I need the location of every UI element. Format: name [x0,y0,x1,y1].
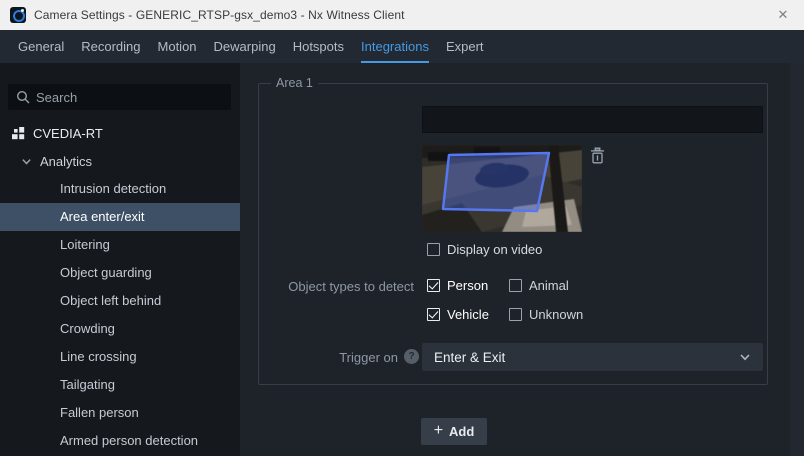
sidebar-item-object-guarding[interactable]: Object guarding [0,259,240,287]
checkbox-box [427,308,440,321]
camera-thumbnail[interactable] [422,145,582,232]
settings-panel: Area 1 [240,63,804,456]
object-type-checkbox-unknown[interactable]: Unknown [509,307,629,322]
title-bar: Camera Settings - GENERIC_RTSP-gsx_demo3… [0,0,804,30]
dropdown-value: Enter & Exit [434,350,505,365]
checkbox-label: Vehicle [447,307,489,322]
tab-motion[interactable]: Motion [158,30,197,63]
sidebar-item-object-left-behind[interactable]: Object left behind [0,287,240,315]
search-icon [16,90,30,104]
area-name-input[interactable] [422,106,763,133]
sidebar-item-crowding[interactable]: Crowding [0,315,240,343]
search-input[interactable] [36,84,226,110]
sidebar-item-fallen-person[interactable]: Fallen person [0,399,240,427]
tab-recording[interactable]: Recording [81,30,140,63]
checkbox-box [509,308,522,321]
settings-tab-bar: General Recording Motion Dewarping Hotsp… [0,30,804,63]
object-type-checkbox-vehicle[interactable]: Vehicle [427,307,509,322]
camera-settings-window: Camera Settings - GENERIC_RTSP-gsx_demo3… [0,0,804,456]
object-types-label: Object types to detect [240,279,414,294]
detection-region-polygon[interactable] [443,153,549,211]
sidebar-item-loitering[interactable]: Loitering [0,231,240,259]
sidebar-group-analytics[interactable]: Analytics [0,148,240,174]
trigger-on-dropdown[interactable]: Enter & Exit [422,343,763,371]
window-title: Camera Settings - GENERIC_RTSP-gsx_demo3… [34,8,405,22]
trash-icon [590,147,605,164]
chevron-down-icon [739,351,751,363]
analytics-event-list: Intrusion detection Area enter/exit Loit… [0,175,240,455]
checkbox-label: Person [447,278,488,293]
group-title: Area 1 [271,76,318,90]
add-area-button[interactable]: + Add [421,418,487,445]
display-on-video-checkbox[interactable]: Display on video [427,242,542,257]
checkbox-label: Display on video [447,242,542,257]
delete-area-button[interactable] [588,146,606,164]
checkbox-box [427,243,440,256]
content-area: CVEDIA-RT Analytics Intrusion detection … [0,63,804,456]
sidebar-item-cvedia-rt[interactable]: CVEDIA-RT [0,120,240,146]
close-icon[interactable]: ✕ [770,0,796,30]
tab-hotspots[interactable]: Hotspots [293,30,344,63]
sidebar-item-area-enter-exit[interactable]: Area enter/exit [0,203,240,231]
plus-icon: + [434,423,443,439]
sidebar-item-line-crossing[interactable]: Line crossing [0,343,240,371]
object-type-checkbox-animal[interactable]: Animal [509,278,629,293]
search-box [8,84,231,110]
checkbox-label: Unknown [529,307,583,322]
scrollbar-gutter[interactable] [790,63,804,456]
tab-dewarping[interactable]: Dewarping [214,30,276,63]
object-type-options: Person Animal Vehicle Unknown [427,278,629,322]
checkbox-box [427,279,440,292]
plugin-name: CVEDIA-RT [33,126,103,141]
tab-expert[interactable]: Expert [446,30,484,63]
checkbox-label: Animal [529,278,569,293]
sidebar-item-intrusion-detection[interactable]: Intrusion detection [0,175,240,203]
app-icon [10,7,26,23]
checkbox-box [509,279,522,292]
sidebar-item-armed-person-detection[interactable]: Armed person detection [0,427,240,455]
sidebar-item-tailgating[interactable]: Tailgating [0,371,240,399]
tab-integrations[interactable]: Integrations [361,30,429,63]
tab-general[interactable]: General [18,30,64,63]
section-label: Analytics [40,154,92,169]
integration-sidebar: CVEDIA-RT Analytics Intrusion detection … [0,63,240,456]
plugin-grid-icon [10,125,26,141]
help-icon[interactable]: ? [404,349,419,364]
chevron-down-icon[interactable] [21,156,32,167]
trigger-on-label: Trigger on [240,350,398,365]
add-button-label: Add [449,424,474,439]
object-type-checkbox-person[interactable]: Person [427,278,509,293]
